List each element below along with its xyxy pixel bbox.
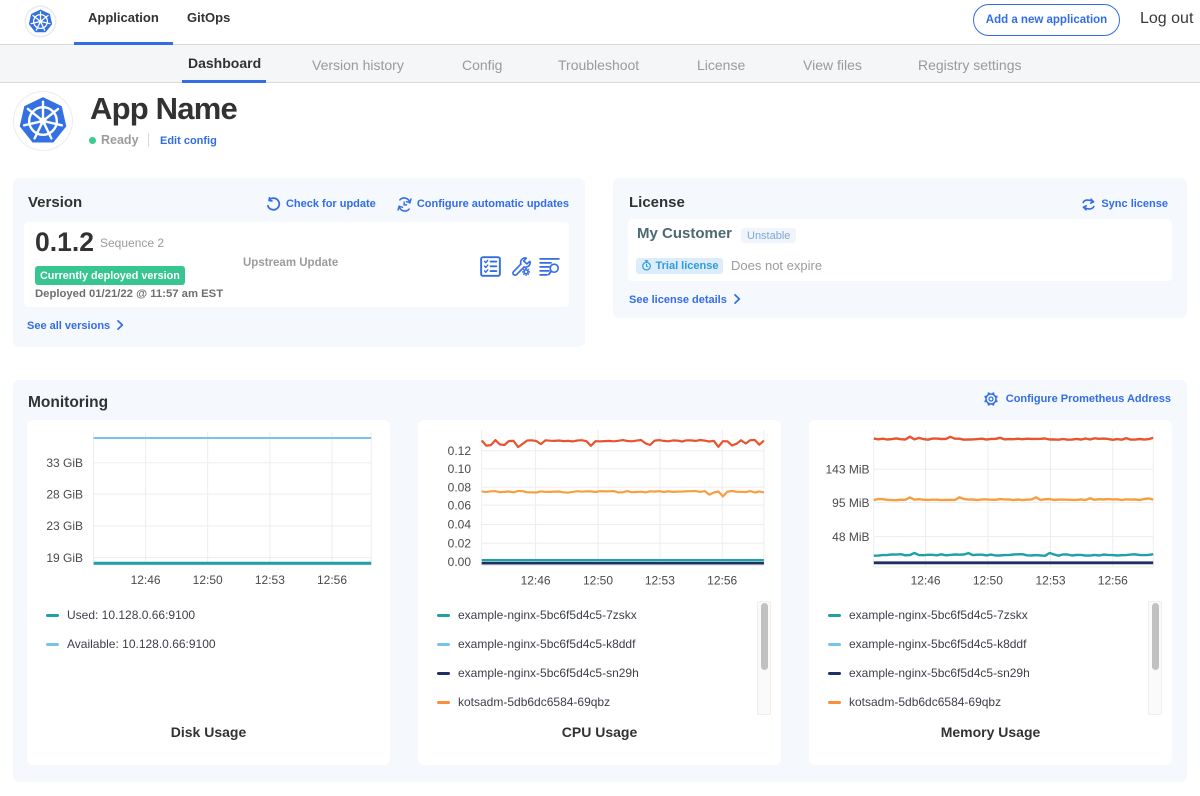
svg-text:0.02: 0.02 <box>448 537 472 551</box>
svg-text:12:56: 12:56 <box>317 573 347 587</box>
svg-text:12:53: 12:53 <box>255 573 285 587</box>
svg-text:0.06: 0.06 <box>448 498 472 512</box>
svg-text:19 GiB: 19 GiB <box>46 551 83 565</box>
svg-text:0.10: 0.10 <box>448 462 472 476</box>
svg-text:33 GiB: 33 GiB <box>46 456 83 470</box>
svg-text:0.00: 0.00 <box>448 555 472 569</box>
svg-text:0.08: 0.08 <box>448 480 472 494</box>
svg-text:12:50: 12:50 <box>193 573 223 587</box>
svg-text:0.04: 0.04 <box>448 518 472 532</box>
svg-text:12:46: 12:46 <box>911 573 941 587</box>
svg-text:143 MiB: 143 MiB <box>825 463 869 477</box>
svg-text:12:50: 12:50 <box>583 574 613 588</box>
svg-text:12:46: 12:46 <box>131 573 161 587</box>
svg-text:12:56: 12:56 <box>707 574 737 588</box>
svg-text:0.12: 0.12 <box>448 444 472 458</box>
svg-text:12:56: 12:56 <box>1098 573 1128 587</box>
svg-text:12:46: 12:46 <box>521 574 551 588</box>
svg-text:28 GiB: 28 GiB <box>46 487 83 501</box>
svg-text:12:50: 12:50 <box>973 573 1003 587</box>
svg-text:95 MiB: 95 MiB <box>832 496 869 510</box>
svg-text:48 MiB: 48 MiB <box>832 530 869 544</box>
svg-text:12:53: 12:53 <box>1035 573 1065 587</box>
svg-text:23 GiB: 23 GiB <box>46 519 83 533</box>
svg-text:12:53: 12:53 <box>645 574 675 588</box>
